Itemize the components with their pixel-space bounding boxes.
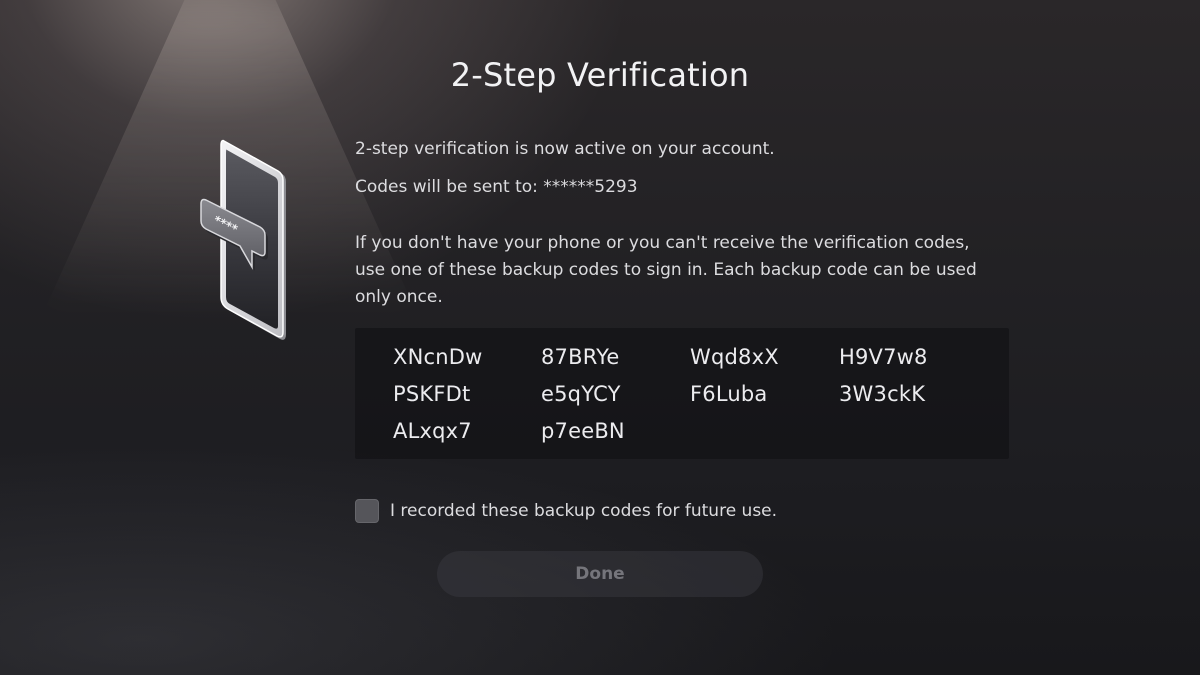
backup-code: XNcnDw xyxy=(393,345,483,369)
backup-code: Wqd8xX xyxy=(690,345,779,369)
backup-codes-panel: XNcnDw 87BRYe Wqd8xX H9V7w8 PSKFDt e5qYC… xyxy=(355,328,1009,459)
backup-code: 87BRYe xyxy=(541,345,620,369)
backup-code: e5qYCY xyxy=(541,382,621,406)
page-title: 2-Step Verification xyxy=(450,56,750,94)
codes-sent-to: Codes will be sent to: ******5293 xyxy=(355,177,638,197)
backup-code: 3W3ckK xyxy=(839,382,926,406)
active-message: 2-step verification is now active on you… xyxy=(355,139,775,159)
recorded-codes-label[interactable]: I recorded these backup codes for future… xyxy=(390,501,777,521)
backup-code: F6Luba xyxy=(690,382,768,406)
backup-code: ALxqx7 xyxy=(393,419,472,443)
phone-password-icon: **** xyxy=(190,136,300,346)
recorded-codes-checkbox[interactable] xyxy=(355,499,379,523)
backup-instructions: If you don't have your phone or you can'… xyxy=(355,233,977,307)
confirmation-row[interactable]: I recorded these backup codes for future… xyxy=(355,498,777,524)
done-button[interactable]: Done xyxy=(437,551,763,597)
backup-code: H9V7w8 xyxy=(839,345,928,369)
backup-code: PSKFDt xyxy=(393,382,471,406)
backup-code: p7eeBN xyxy=(541,419,625,443)
